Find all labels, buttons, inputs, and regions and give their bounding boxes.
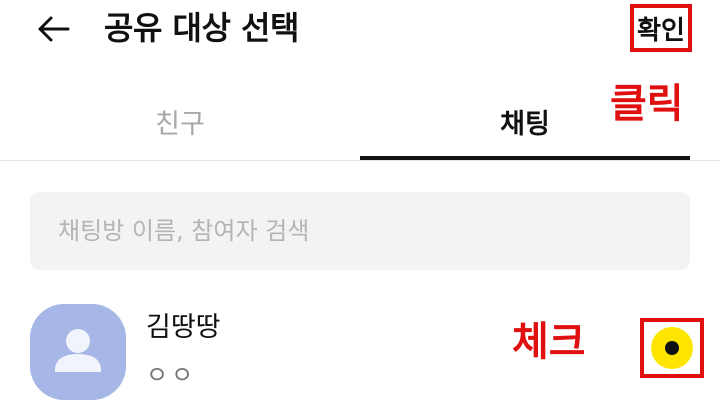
avatar: [30, 304, 126, 400]
chat-subtext: ㅇㅇ: [146, 361, 197, 389]
back-button[interactable]: [30, 6, 76, 52]
tabs-divider: [0, 160, 720, 161]
annotation-check-label: 체크: [512, 319, 586, 365]
confirm-button[interactable]: 확인: [630, 4, 692, 52]
search-box: [30, 192, 690, 270]
chat-list-item[interactable]: 김땅땅 ㅇㅇ: [0, 296, 720, 402]
page-title: 공유 대상 선택: [104, 9, 299, 47]
tab-chat[interactable]: 채팅: [360, 80, 690, 162]
person-icon: [55, 329, 101, 372]
header: 공유 대상 선택 확인: [0, 0, 720, 62]
check-circle-icon: [651, 327, 693, 369]
search-input[interactable]: [58, 217, 658, 245]
arrow-left-icon: [38, 16, 70, 42]
chat-name: 김땅땅: [146, 312, 221, 343]
tab-friends[interactable]: 친구: [15, 80, 345, 162]
tab-bar: 친구 채팅: [0, 80, 720, 162]
check-dot: [665, 341, 679, 355]
select-checkbox[interactable]: [640, 318, 704, 378]
